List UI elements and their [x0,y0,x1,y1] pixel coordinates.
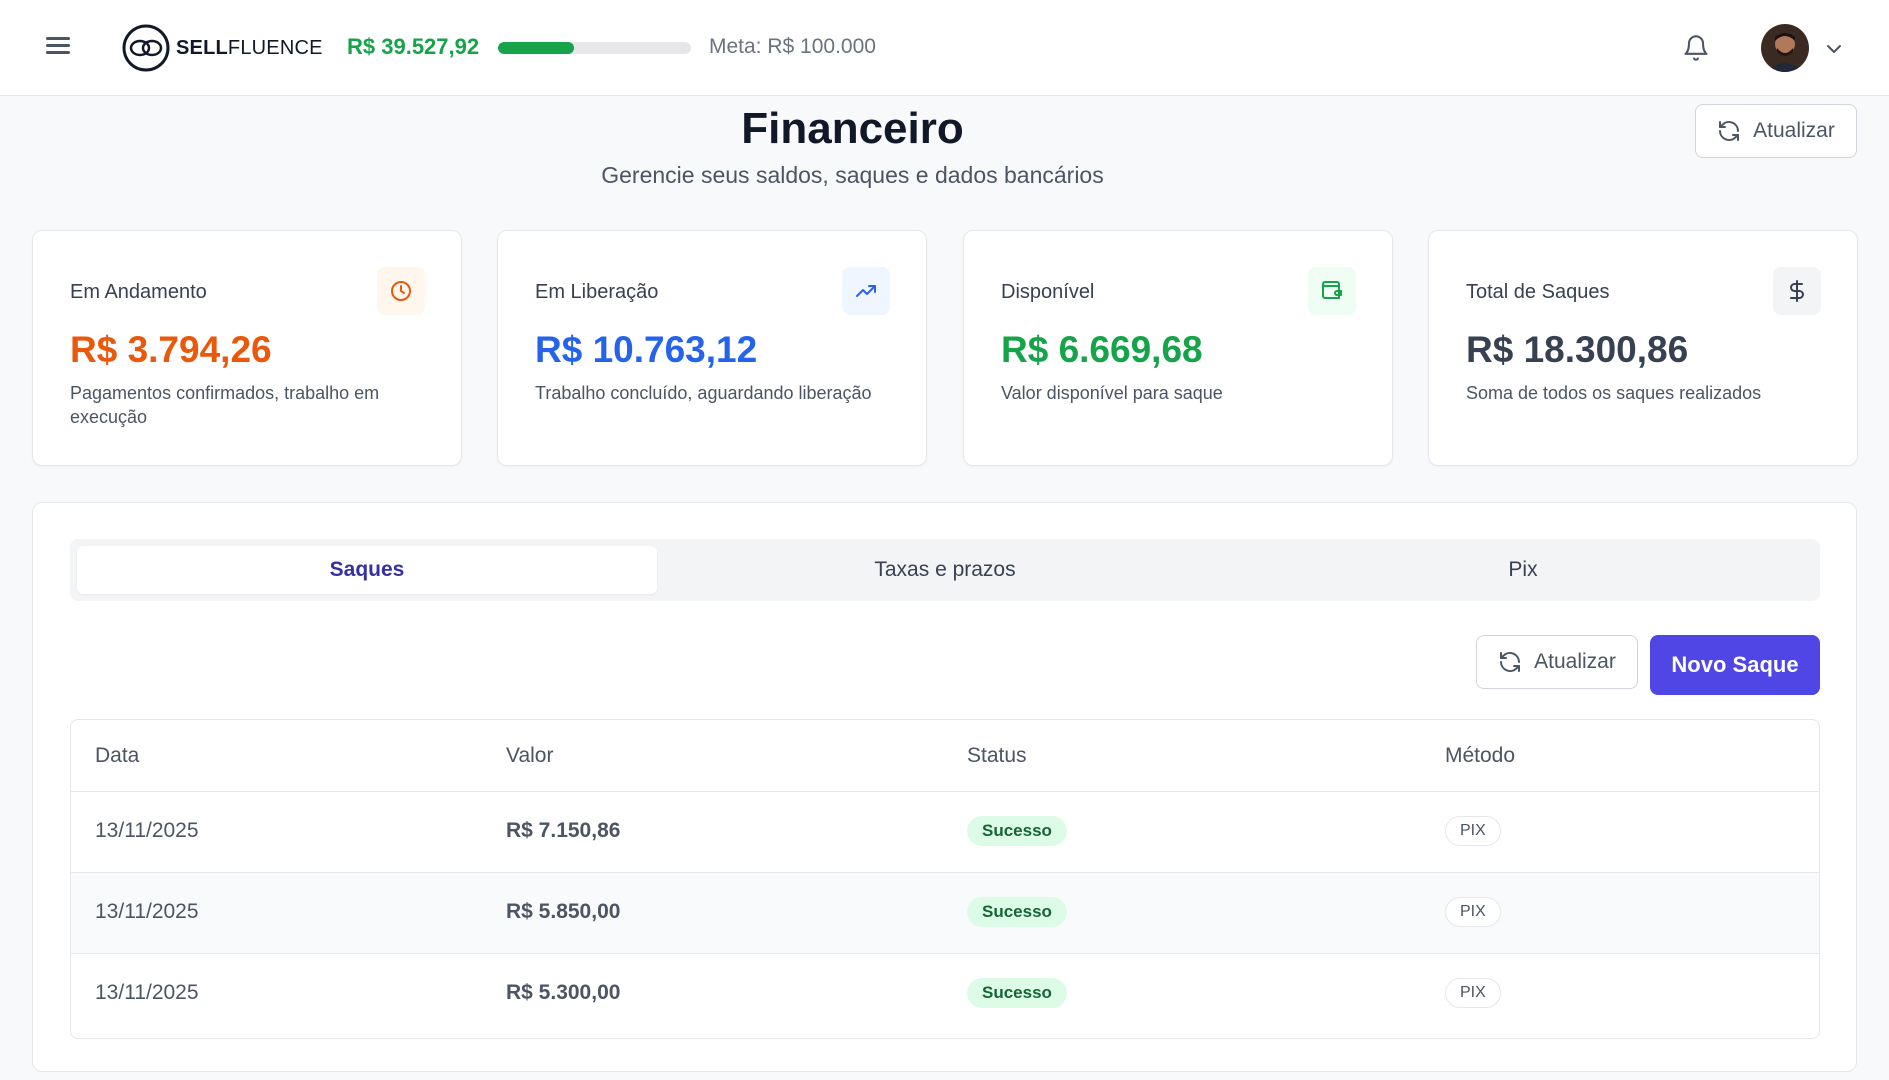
card-em-andamento: Em Andamento R$ 3.794,26 Pagamentos conf… [32,230,462,466]
table-row[interactable]: 13/11/2025 R$ 5.300,00 Sucesso PIX [71,954,1819,1035]
status-badge: Sucesso [967,978,1067,1008]
card-description: Soma de todos os saques realizados [1466,383,1762,403]
card-label: Disponível [1001,281,1095,303]
card-value: R$ 3.794,26 [70,329,272,370]
goal-meta: Meta: R$ 100.000 [709,35,876,58]
card-value: R$ 18.300,86 [1466,329,1689,370]
row-date: 13/11/2025 [95,819,199,842]
card-em-liberacao: Em Liberação R$ 10.763,12 Trabalho concl… [497,230,927,466]
withdrawals-table: Data Valor Status Método 13/11/2025 R$ 7… [70,719,1820,1039]
brand-logo[interactable]: SELLFLUENCE [120,22,323,74]
card-label: Total de Saques [1466,281,1610,303]
page-title: Financeiro [741,104,964,153]
page-subtitle: Gerencie seus saldos, saques e dados ban… [601,162,1104,188]
row-date: 13/11/2025 [95,981,199,1004]
dollar-icon [1773,267,1821,315]
tab-taxas-e-prazos[interactable]: Taxas e prazos [655,546,1235,594]
top-bar: SELLFLUENCE R$ 39.527,92 Meta: R$ 100.00… [0,0,1889,96]
refresh-icon [1500,652,1521,672]
withdrawals-panel: Saques Taxas e prazos Pix Atualizar Novo… [32,502,1857,1072]
card-description: Trabalho concluído, aguardando liberação [535,383,872,403]
tab-bar: Saques Taxas e prazos Pix [70,539,1820,601]
method-badge: PIX [1445,816,1501,846]
goal-progress-fill [498,42,575,54]
refresh-page-label: Atualizar [1753,119,1835,142]
trending-up-icon [842,267,890,315]
column-header-data[interactable]: Data [95,744,139,768]
wallet-icon [1308,267,1356,315]
card-label: Em Liberação [535,281,659,303]
tab-pix[interactable]: Pix [1233,546,1813,594]
column-header-status[interactable]: Status [967,744,1027,768]
row-date: 13/11/2025 [95,900,199,923]
table-row[interactable]: 13/11/2025 R$ 7.150,86 Sucesso PIX [71,792,1819,873]
refresh-page-button[interactable]: Atualizar [1695,104,1857,158]
card-value: R$ 10.763,12 [535,329,758,370]
card-description: Valor disponível para saque [1001,383,1223,403]
status-badge: Sucesso [967,816,1067,846]
refresh-icon [1719,121,1740,141]
row-value: R$ 5.850,00 [506,900,621,923]
method-badge: PIX [1445,978,1501,1008]
status-badge: Sucesso [967,897,1067,927]
card-description: Pagamentos confirmados, trabalho em exec… [70,383,380,427]
brand-name: SELLFLUENCE [176,36,323,59]
row-value: R$ 5.300,00 [506,981,621,1004]
table-header: Data Valor Status Método [71,720,1819,792]
brand-logo-mark [122,24,170,72]
method-badge: PIX [1445,897,1501,927]
column-header-valor[interactable]: Valor [506,744,553,768]
goal-current-value: R$ 39.527,92 [347,34,480,59]
goal-progress-bar [498,42,691,54]
card-total-saques: Total de Saques R$ 18.300,86 Soma de tod… [1428,230,1858,466]
menu-icon[interactable] [44,34,72,62]
refresh-withdrawals-label: Atualizar [1534,650,1616,673]
bell-icon[interactable] [1682,34,1710,62]
clock-icon [377,267,425,315]
avatar[interactable] [1761,24,1809,72]
refresh-withdrawals-button[interactable]: Atualizar [1476,635,1638,689]
card-value: R$ 6.669,68 [1001,329,1203,370]
card-label: Em Andamento [70,281,207,303]
row-value: R$ 7.150,86 [506,819,621,842]
card-disponivel: Disponível R$ 6.669,68 Valor disponível … [963,230,1393,466]
column-header-metodo[interactable]: Método [1445,744,1515,768]
table-row[interactable]: 13/11/2025 R$ 5.850,00 Sucesso PIX [71,873,1819,954]
new-withdraw-button[interactable]: Novo Saque [1650,635,1820,695]
tab-saques[interactable]: Saques [77,546,657,594]
chevron-down-icon[interactable] [1822,37,1846,61]
